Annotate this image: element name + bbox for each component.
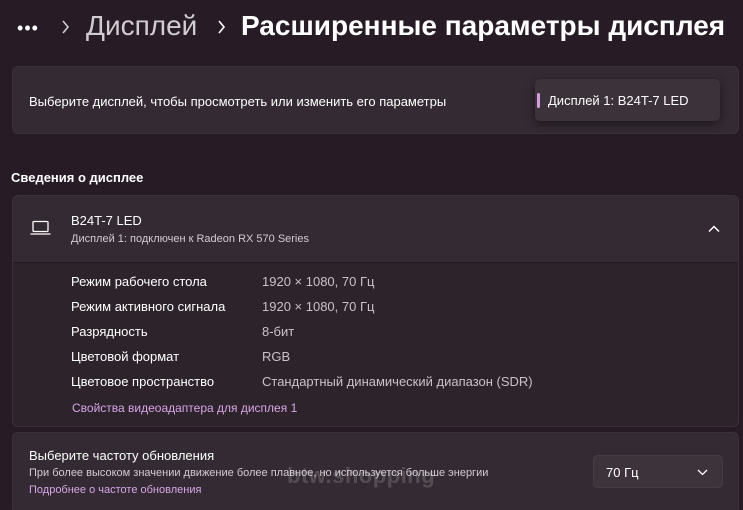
info-label: Цветовой формат: [71, 349, 180, 364]
display-info-header[interactable]: B24T-7 LED Дисплей 1: подключен к Radeon…: [13, 196, 738, 263]
info-row: Цветовое пространство Стандартный динами…: [13, 374, 738, 396]
display-connection: Дисплей 1: подключен к Radeon RX 570 Ser…: [71, 233, 309, 245]
chevron-up-icon[interactable]: [707, 222, 721, 236]
section-title: Сведения о дисплее: [11, 170, 144, 185]
chevron-down-icon: [697, 469, 708, 476]
info-value: 8-бит: [262, 324, 295, 339]
adapter-properties-link[interactable]: Свойства видеоадаптера для дисплея 1: [72, 401, 297, 415]
info-value: 1920 × 1080, 70 Гц: [262, 274, 375, 289]
info-row: Цветовой формат RGB: [13, 349, 738, 371]
display-info-card: B24T-7 LED Дисплей 1: подключен к Radeon…: [12, 195, 739, 427]
info-label: Режим активного сигнала: [71, 299, 226, 314]
display-select-card: Выберите дисплей, чтобы просмотреть или …: [12, 66, 739, 134]
page-title: Расширенные параметры дисплея: [241, 10, 726, 41]
refresh-rate-card: Выберите частоту обновления При более вы…: [12, 432, 739, 510]
refresh-rate-description: При более высоком значении движение боле…: [29, 467, 489, 479]
info-row: Режим рабочего стола 1920 × 1080, 70 Гц: [13, 274, 738, 296]
info-label: Режим рабочего стола: [71, 274, 207, 289]
info-label: Цветовое пространство: [71, 374, 215, 389]
laptop-icon: [30, 220, 51, 235]
display-dropdown[interactable]: Дисплей 1: B24T-7 LED: [535, 79, 720, 121]
info-row: Разрядность 8-бит: [13, 324, 738, 346]
display-name: B24T-7 LED: [71, 213, 142, 228]
title-bar: ••• Дисплей Расширенные параметры диспле…: [0, 0, 743, 60]
info-row: Режим активного сигнала 1920 × 1080, 70 …: [13, 299, 738, 321]
display-dropdown-value: Дисплей 1: B24T-7 LED: [548, 93, 689, 108]
refresh-rate-value: 70 Гц: [606, 465, 639, 480]
info-value: 1920 × 1080, 70 Гц: [262, 299, 375, 314]
refresh-rate-learn-more-link[interactable]: Подробнее о частоте обновления: [29, 484, 201, 496]
refresh-rate-dropdown[interactable]: 70 Гц: [593, 455, 723, 488]
chevron-right-icon: [214, 18, 228, 36]
info-value: RGB: [262, 349, 291, 364]
info-value: Стандартный динамический диапазон (SDR): [262, 374, 533, 389]
info-label: Разрядность: [71, 324, 148, 339]
more-button[interactable]: •••: [14, 14, 42, 42]
display-info-details: Режим рабочего стола 1920 × 1080, 70 Гц …: [13, 263, 738, 426]
refresh-rate-title: Выберите частоту обновления: [29, 448, 215, 463]
selection-accent: [537, 93, 540, 108]
breadcrumb-display[interactable]: Дисплей: [86, 10, 197, 42]
display-select-label: Выберите дисплей, чтобы просмотреть или …: [29, 94, 447, 109]
chevron-right-icon: [58, 18, 72, 36]
